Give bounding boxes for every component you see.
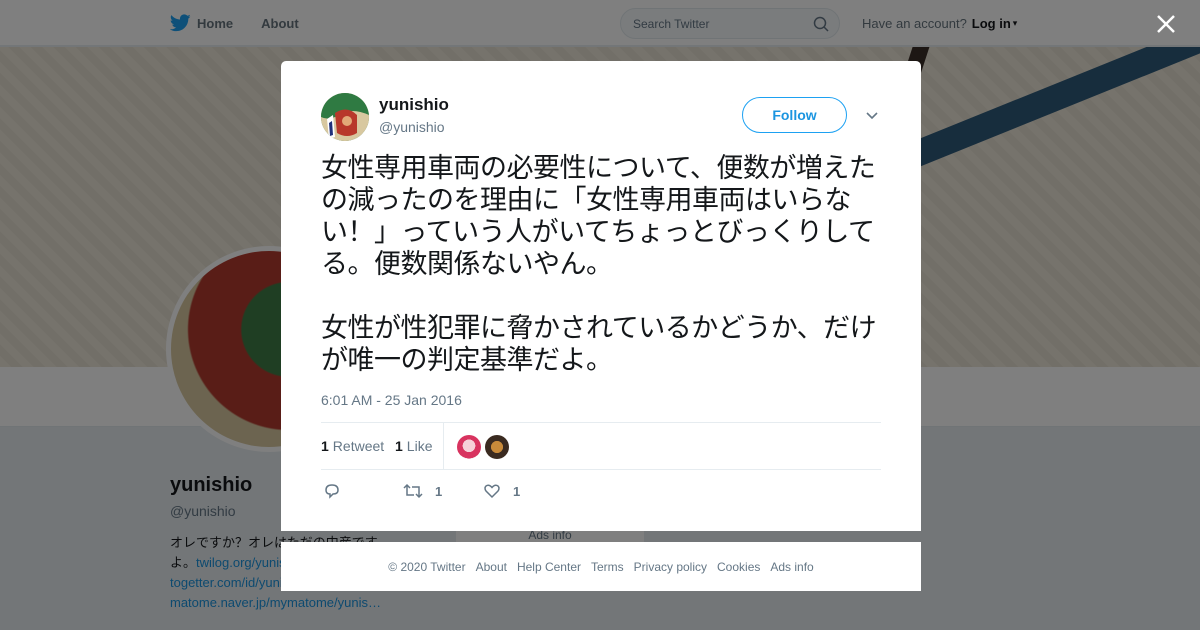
avatar-image: [321, 93, 369, 141]
tweet-author-name[interactable]: yunishio: [379, 95, 449, 115]
follow-button[interactable]: Follow: [742, 97, 847, 133]
tweet-timestamp[interactable]: 6:01 AM - 25 Jan 2016: [321, 392, 462, 408]
liker-avatar[interactable]: [485, 435, 509, 459]
retweet-stat[interactable]: 1 Retweet: [321, 438, 384, 454]
tweet-author-handle[interactable]: @yunishio: [379, 119, 445, 135]
footer-help-center[interactable]: Help Center: [517, 560, 581, 574]
footer-terms[interactable]: Terms: [591, 560, 624, 574]
footer-cookies[interactable]: Cookies: [717, 560, 760, 574]
retweet-stat-label: Retweet: [332, 438, 385, 454]
reply-button[interactable]: [323, 482, 353, 500]
like-action-count: 1: [513, 483, 521, 499]
tweet-actions: 1 1: [321, 480, 881, 504]
liker-avatar[interactable]: [457, 435, 481, 459]
heart-icon: [484, 484, 500, 499]
retweet-icon: [403, 483, 423, 499]
footer-copyright: © 2020 Twitter: [388, 559, 466, 574]
stats-divider: [443, 423, 444, 470]
tweet-stats: 1 Retweet 1 Like: [321, 422, 881, 470]
like-stat-label: Like: [406, 438, 433, 454]
chevron-down-icon[interactable]: [865, 108, 879, 122]
footer-about[interactable]: About: [476, 560, 507, 574]
footer-privacy[interactable]: Privacy policy: [634, 560, 707, 574]
tweet-text: 女性専用車両の必要性について、便数が増えたの減ったのを理由に「女性専用車両はいら…: [321, 153, 877, 376]
tweet-modal: yunishio @yunishio Follow 女性専用車両の必要性について…: [281, 61, 921, 531]
like-button[interactable]: 1: [483, 482, 520, 500]
like-stat[interactable]: 1 Like: [395, 438, 432, 454]
retweet-action-count: 1: [435, 483, 443, 499]
modal-footer: © 2020 Twitter About Help Center Terms P…: [281, 542, 921, 591]
like-stat-count: 1: [395, 438, 403, 454]
reply-icon: [325, 484, 339, 499]
footer-ads-info[interactable]: Ads info: [770, 560, 813, 574]
retweet-stat-count: 1: [321, 438, 329, 454]
tweet-author-avatar[interactable]: [321, 93, 369, 141]
close-icon[interactable]: [1154, 12, 1178, 36]
retweet-button[interactable]: 1: [403, 482, 442, 500]
